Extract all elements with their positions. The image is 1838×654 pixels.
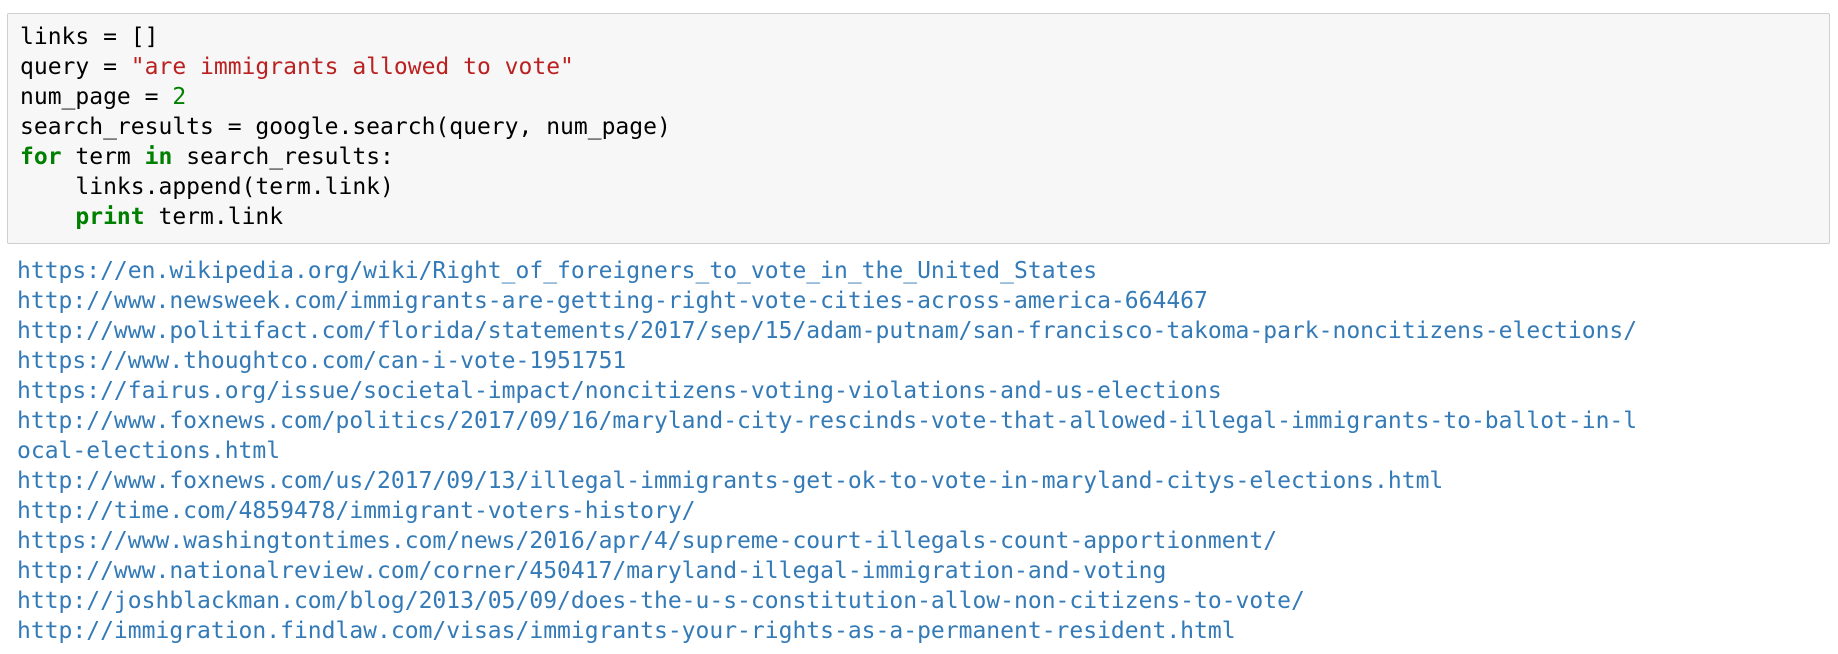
code-token: term [61, 144, 145, 170]
code-token: search_results: [172, 144, 394, 170]
output-link-line[interactable]: https://www.thoughtco.com/can-i-vote-195… [17, 346, 1827, 376]
output-link-line[interactable]: http://www.politifact.com/florida/statem… [17, 316, 1827, 346]
output-link-line[interactable]: https://en.wikipedia.org/wiki/Right_of_f… [17, 256, 1827, 286]
code-input-cell[interactable]: links = [] query = "are immigrants allowe… [7, 13, 1830, 244]
keyword-in: in [144, 144, 173, 170]
output-link-line[interactable]: http://joshblackman.com/blog/2013/05/09/… [17, 586, 1827, 616]
code-editor[interactable]: links = [] query = "are immigrants allowe… [20, 22, 1817, 232]
number-literal: 2 [172, 84, 187, 110]
output-link-line[interactable]: http://immigration.findlaw.com/visas/imm… [17, 616, 1827, 646]
code-line: links = [] [20, 24, 159, 50]
code-line: for term in search_results: [20, 142, 1817, 172]
output-link-line[interactable]: ocal-elections.html [17, 436, 1827, 466]
output-link-line[interactable]: http://www.newsweek.com/immigrants-are-g… [17, 286, 1827, 316]
cell-output: https://en.wikipedia.org/wiki/Right_of_f… [17, 256, 1827, 646]
string-literal: "are immigrants allowed to vote" [130, 54, 574, 80]
code-token: term.link [144, 204, 284, 230]
output-link-line[interactable]: http://www.foxnews.com/us/2017/09/13/ill… [17, 466, 1827, 496]
code-token: query = [20, 54, 131, 80]
keyword-print: print [75, 204, 145, 230]
output-link-line[interactable]: https://fairus.org/issue/societal-impact… [17, 376, 1827, 406]
code-line: num_page = 2 [20, 82, 1817, 112]
code-line: links.append(term.link) [20, 174, 394, 200]
keyword-for: for [20, 144, 62, 170]
output-link-line[interactable]: http://www.nationalreview.com/corner/450… [17, 556, 1827, 586]
code-line: search_results = google.search(query, nu… [20, 114, 671, 140]
output-link-line[interactable]: https://www.washingtontimes.com/news/201… [17, 526, 1827, 556]
output-link-line[interactable]: http://www.foxnews.com/politics/2017/09/… [17, 406, 1827, 436]
code-line: query = "are immigrants allowed to vote" [20, 52, 1817, 82]
code-line: print term.link [20, 202, 1817, 232]
code-token: num_page = [20, 84, 173, 110]
output-link-line[interactable]: http://time.com/4859478/immigrant-voters… [17, 496, 1827, 526]
